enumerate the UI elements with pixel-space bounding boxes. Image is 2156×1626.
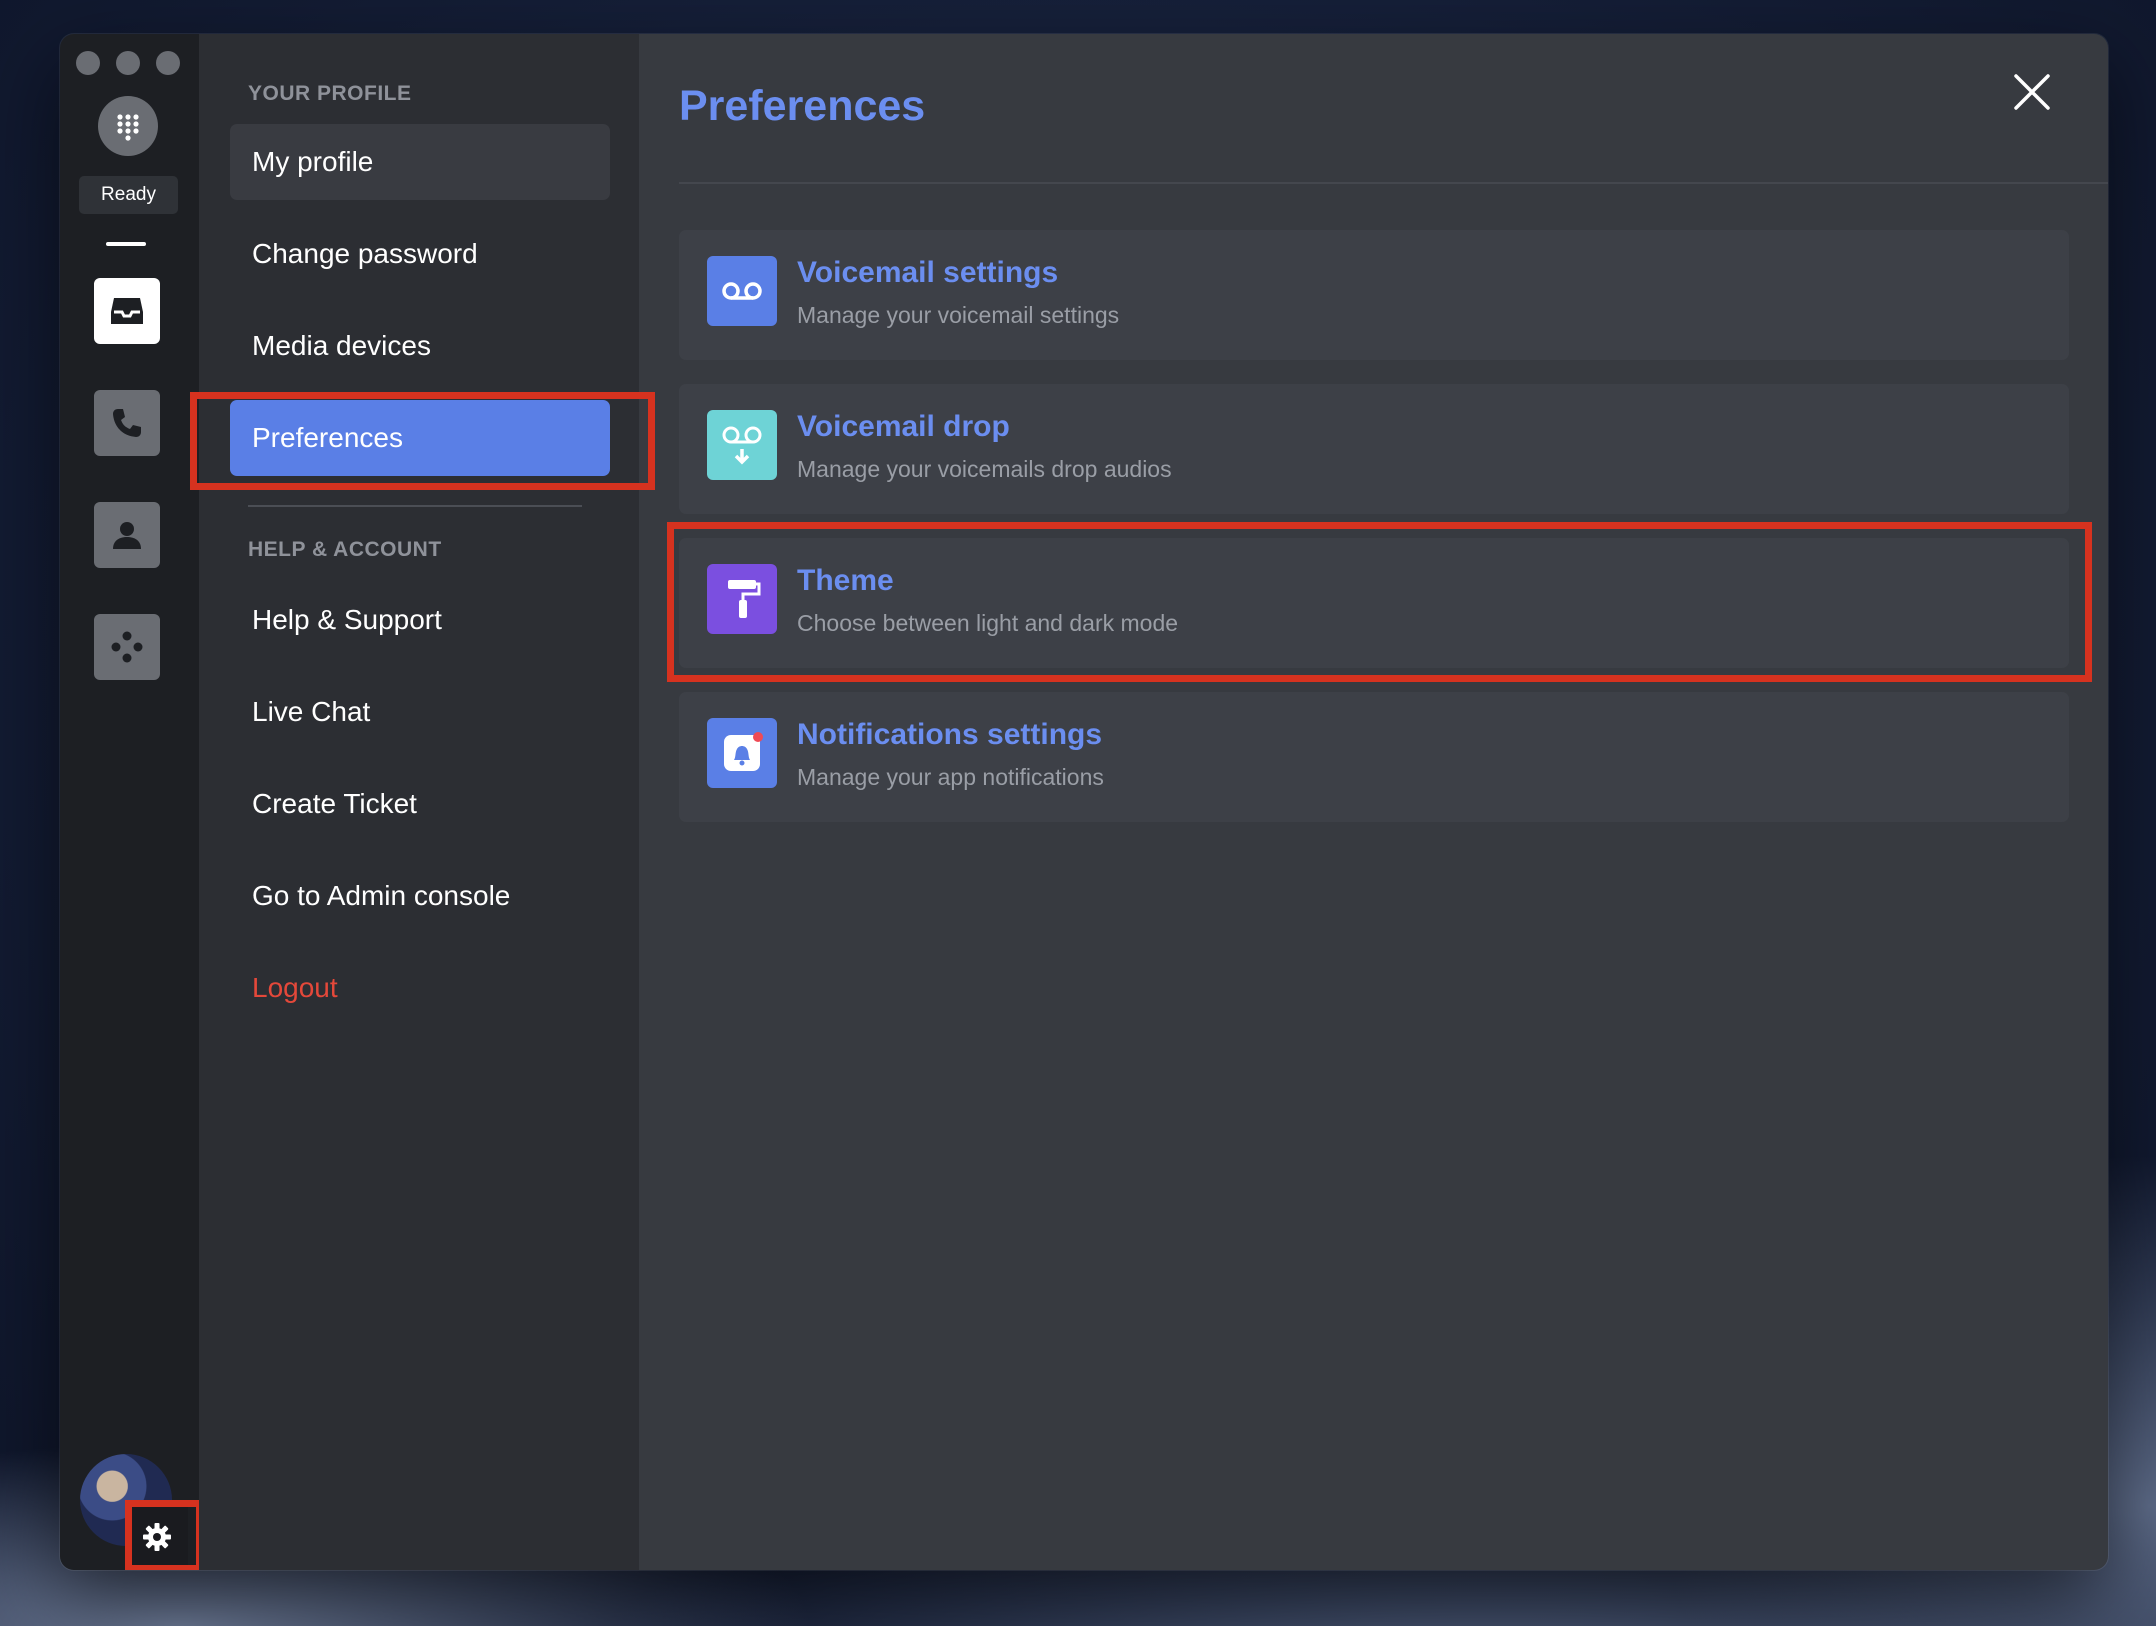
page-title: Preferences bbox=[679, 82, 926, 130]
rail-item-inbox[interactable] bbox=[94, 278, 160, 344]
nav-item-admin-console[interactable]: Go to Admin console bbox=[230, 858, 610, 934]
nav-item-logout[interactable]: Logout bbox=[230, 950, 610, 1026]
contacts-icon bbox=[113, 522, 141, 549]
card-subtitle: Manage your voicemails drop audios bbox=[797, 456, 1172, 482]
card-subtitle: Manage your app notifications bbox=[797, 764, 1104, 790]
section-heading-help: HELP & ACCOUNT bbox=[248, 538, 442, 561]
nav-item-live-chat[interactable]: Live Chat bbox=[230, 674, 610, 750]
close-icon bbox=[2014, 74, 2050, 110]
paint-roller-icon bbox=[707, 564, 777, 634]
card-title: Theme bbox=[797, 564, 894, 597]
card-subtitle: Choose between light and dark mode bbox=[797, 610, 1179, 636]
card-voicemail-settings[interactable]: Voicemail settings Manage your voicemail… bbox=[679, 230, 2069, 360]
nav-divider bbox=[248, 505, 582, 507]
gear-icon bbox=[143, 1523, 171, 1551]
section-heading-profile: YOUR PROFILE bbox=[248, 82, 412, 105]
bell-icon bbox=[707, 718, 777, 788]
close-button[interactable] bbox=[2004, 64, 2060, 120]
preferences-panel: Preferences Voicemail settings Manage yo… bbox=[639, 34, 2108, 1570]
app-rail: Ready bbox=[60, 34, 203, 1570]
nav-item-create-ticket[interactable]: Create Ticket bbox=[230, 766, 610, 842]
card-voicemail-drop[interactable]: Voicemail drop Manage your voicemails dr… bbox=[679, 384, 2069, 514]
card-notifications-settings[interactable]: Notifications settings Manage your app n… bbox=[679, 692, 2069, 822]
card-title: Voicemail settings bbox=[797, 256, 1059, 289]
window-controls bbox=[76, 51, 180, 75]
settings-button[interactable] bbox=[126, 1506, 188, 1568]
card-title: Voicemail drop bbox=[797, 410, 1010, 443]
rail-item-integrations[interactable] bbox=[94, 614, 160, 680]
inbox-icon bbox=[111, 298, 143, 324]
rail-item-calls[interactable] bbox=[94, 390, 160, 456]
nav-item-preferences[interactable]: Preferences bbox=[230, 400, 610, 476]
settings-nav: YOUR PROFILE My profile Change password … bbox=[199, 34, 639, 1570]
status-badge[interactable]: Ready bbox=[79, 176, 178, 214]
nav-item-my-profile[interactable]: My profile bbox=[230, 124, 610, 200]
app-window: Ready YOUR PROFILE My profile Change pas… bbox=[60, 34, 2108, 1570]
voicemail-drop-icon bbox=[707, 410, 777, 480]
card-theme[interactable]: Theme Choose between light and dark mode bbox=[679, 538, 2069, 668]
phone-icon bbox=[113, 409, 141, 437]
integrations-icon bbox=[111, 631, 143, 663]
card-title: Notifications settings bbox=[797, 718, 1103, 751]
nav-item-media-devices[interactable]: Media devices bbox=[230, 308, 610, 384]
nav-item-change-password[interactable]: Change password bbox=[230, 216, 610, 292]
card-subtitle: Manage your voicemail settings bbox=[797, 302, 1120, 328]
maximize-window-button[interactable] bbox=[156, 51, 180, 75]
dialpad-button[interactable] bbox=[98, 96, 158, 156]
rail-item-contacts[interactable] bbox=[94, 502, 160, 568]
minimize-window-button[interactable] bbox=[116, 51, 140, 75]
nav-item-help-support[interactable]: Help & Support bbox=[230, 582, 610, 658]
dialpad-icon bbox=[117, 114, 139, 141]
close-window-button[interactable] bbox=[76, 51, 100, 75]
title-divider bbox=[679, 182, 2108, 184]
rail-divider bbox=[106, 242, 146, 246]
voicemail-icon bbox=[707, 256, 777, 326]
